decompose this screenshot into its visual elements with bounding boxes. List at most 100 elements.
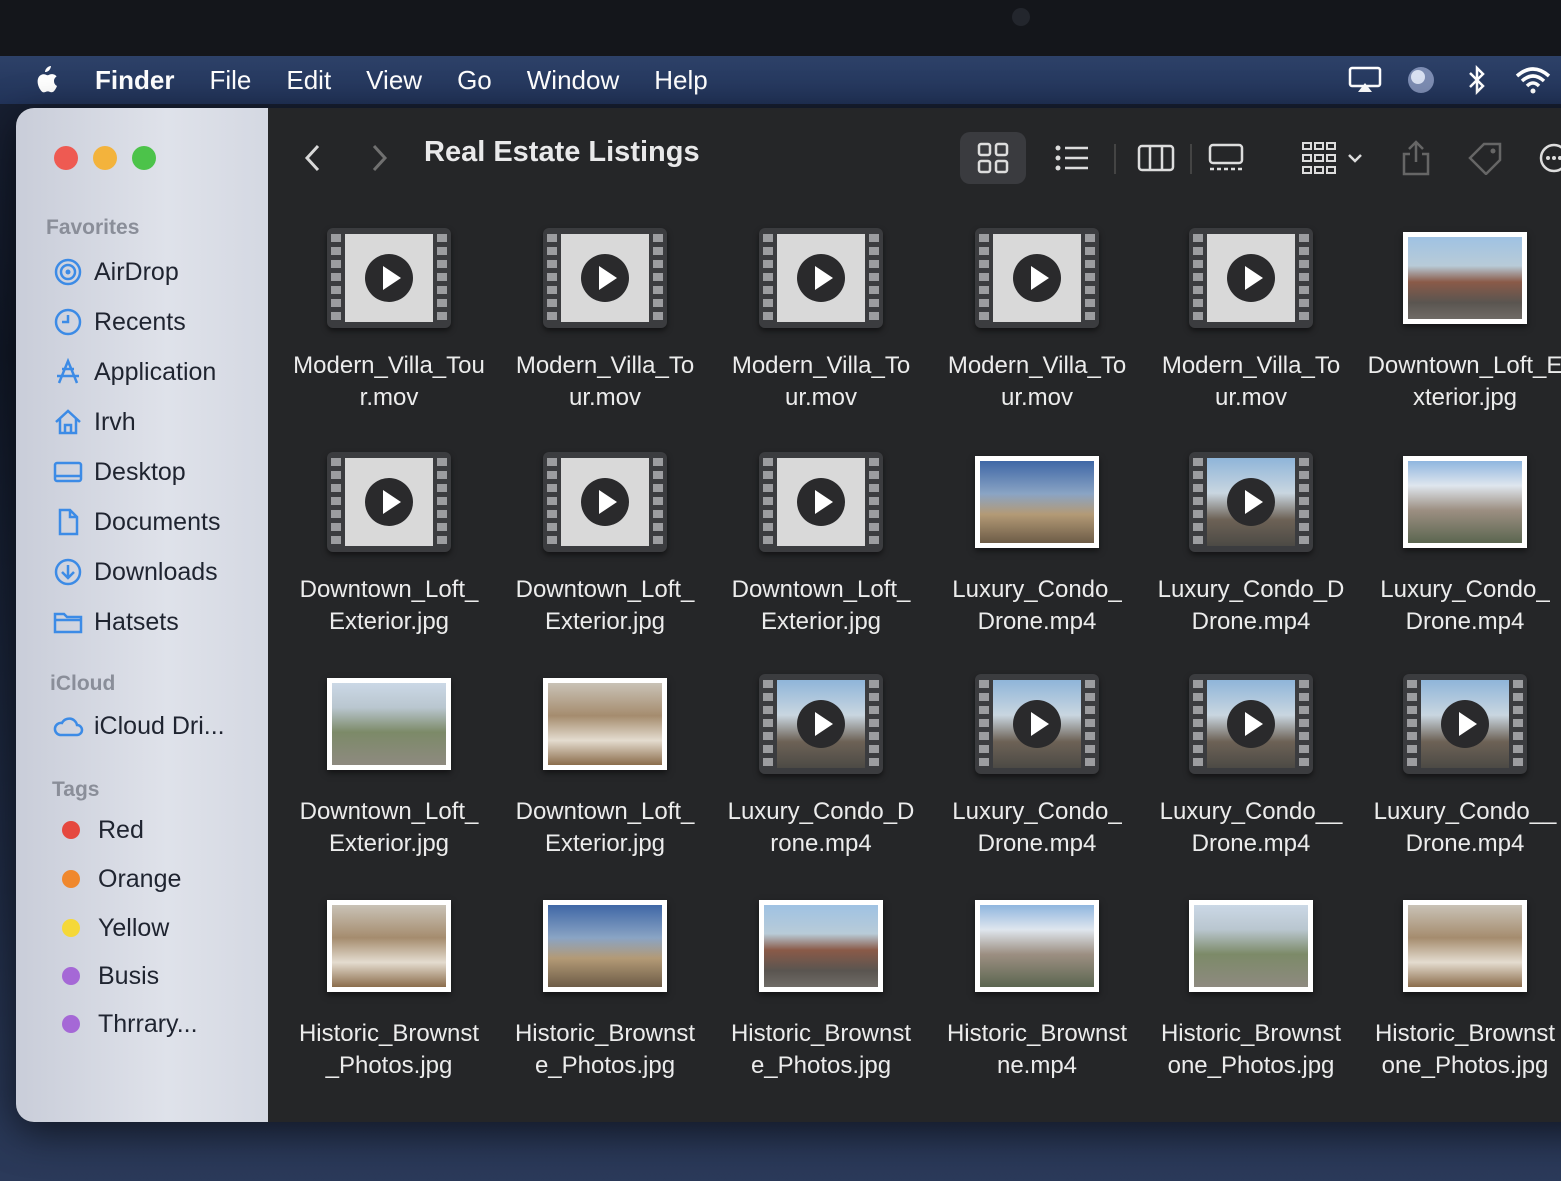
menu-help[interactable]: Help: [654, 65, 707, 96]
file-name: Luxury_Condo_ Drone.mp4: [1360, 574, 1561, 638]
file-item[interactable]: Modern_Villa_Tour.mov: [1146, 228, 1356, 414]
file-item[interactable]: Historic_Brownst e_Photos.jpg: [500, 896, 710, 1082]
menu-view[interactable]: View: [366, 65, 422, 96]
file-item[interactable]: Luxury_Condo__ Drone.mp4: [1360, 674, 1561, 860]
film-strip-icon: [543, 452, 667, 552]
zoom-button[interactable]: [132, 146, 156, 170]
file-name-line: Luxury_Condo__: [1159, 798, 1343, 825]
sidebar-tag-busis[interactable]: Busis: [52, 956, 159, 996]
file-item[interactable]: Downtown_Loft_Exterior.jpg: [500, 674, 710, 860]
sidebar-item-desktop[interactable]: Desktop: [52, 452, 186, 492]
sidebar-item-label: Hatsets: [94, 607, 179, 636]
file-item[interactable]: Modern_Villa_Tour.mov: [932, 228, 1142, 414]
play-icon: [581, 478, 629, 526]
close-button[interactable]: [54, 146, 78, 170]
bluetooth-icon[interactable]: [1459, 64, 1495, 96]
file-item[interactable]: Modern_Villa_Tour.mov: [500, 228, 710, 414]
sidebar-item-downloads[interactable]: Downloads: [52, 552, 218, 592]
sidebar-item-home[interactable]: Irvh: [52, 402, 136, 442]
tag-button[interactable]: [1458, 132, 1514, 184]
file-name-line: xterior.jpg: [1412, 384, 1518, 411]
file-item[interactable]: Downtown_Loft_Exterior.jpg: [284, 674, 494, 860]
file-name: Historic_Brownst one_Photos.jpg: [1360, 1018, 1561, 1082]
sidebar: Favorites AirDrop Recents Application Ir…: [16, 108, 268, 1122]
photo-thumbnail: [759, 896, 883, 1000]
gallery-view-button[interactable]: [1198, 132, 1254, 184]
file-item[interactable]: Historic_Brownst e_Photos.jpg: [716, 896, 926, 1082]
gallery-icon: [1208, 143, 1244, 171]
file-item[interactable]: Historic_Brownst _Photos.jpg: [284, 896, 494, 1082]
file-item[interactable]: Modern_Villa_Tour.mov: [284, 228, 494, 414]
film-holes: [547, 234, 557, 322]
file-item[interactable]: Downtown_Loft_Exterior.jpg: [500, 452, 710, 638]
file-name-line: Luxury_Condo_: [1380, 576, 1550, 603]
play-icon: [365, 254, 413, 302]
airplay-icon[interactable]: [1347, 64, 1383, 96]
file-item[interactable]: Downtown_Loft_E xterior.jpg: [1360, 228, 1561, 414]
file-item[interactable]: Modern_Villa_Tour.mov: [716, 228, 926, 414]
file-item[interactable]: Luxury_Condo_Drone.mp4: [932, 674, 1142, 860]
file-name-line: Downtown_Loft_E: [1367, 352, 1561, 379]
column-view-button[interactable]: [1128, 132, 1184, 184]
sidebar-item-applications[interactable]: Application: [52, 352, 216, 392]
sidebar-item-hatsets[interactable]: Hatsets: [52, 602, 179, 642]
tag-dot-yellow: [62, 919, 80, 937]
sidebar-item-documents[interactable]: Documents: [52, 502, 220, 542]
photo-image: [1408, 461, 1522, 543]
sidebar-item-recents[interactable]: Recents: [52, 302, 186, 342]
menu-finder[interactable]: Finder: [95, 65, 174, 96]
icon-view-button[interactable]: [960, 132, 1026, 184]
file-name-line: _Photos.jpg: [325, 1052, 453, 1079]
file-item[interactable]: Downtown_Loft_Exterior.jpg: [716, 452, 926, 638]
more-button[interactable]: [1530, 132, 1561, 184]
sidebar-item-label: AirDrop: [94, 257, 179, 286]
file-item[interactable]: Luxury_Condo_Drone.mp4: [716, 674, 926, 860]
sidebar-item-airdrop[interactable]: AirDrop: [52, 252, 179, 292]
film-holes: [1299, 458, 1309, 546]
forward-button[interactable]: [364, 140, 394, 176]
file-name-line: Drone.mp4: [1191, 608, 1311, 635]
file-item[interactable]: Historic_Brownst ne.mp4: [932, 896, 1142, 1082]
file-name-line: Exterior.jpg: [544, 830, 666, 857]
play-icon: [1013, 254, 1061, 302]
photo-thumbnail: [543, 674, 667, 778]
group-by-button[interactable]: [1292, 132, 1372, 184]
menu-edit[interactable]: Edit: [286, 65, 331, 96]
siri-icon[interactable]: [1403, 64, 1439, 96]
share-button[interactable]: [1392, 132, 1440, 184]
file-item[interactable]: Historic_Brownst one_Photos.jpg: [1146, 896, 1356, 1082]
sidebar-tag-orange[interactable]: Orange: [52, 859, 181, 899]
sidebar-item-label: iCloud Dri...: [94, 711, 225, 740]
film-holes: [763, 680, 773, 768]
file-item[interactable]: Historic_Brownst one_Photos.jpg: [1360, 896, 1561, 1082]
play-icon: [365, 478, 413, 526]
list-view-button[interactable]: [1044, 132, 1100, 184]
video-thumbnail: [975, 674, 1099, 778]
film-holes: [331, 234, 341, 322]
menu-window[interactable]: Window: [527, 65, 619, 96]
file-item[interactable]: Luxury_Condo_Drone.mp4: [932, 452, 1142, 638]
play-icon: [581, 254, 629, 302]
sidebar-item-label: Recents: [94, 307, 186, 336]
file-item[interactable]: Downtown_Loft_Exterior.jpg: [284, 452, 494, 638]
file-name: Historic_Brownst e_Photos.jpg: [716, 1018, 926, 1082]
menu-file[interactable]: File: [209, 65, 251, 96]
file-item[interactable]: Luxury_Condo_Drone.mp4: [1360, 452, 1561, 638]
sidebar-tag-yellow[interactable]: Yellow: [52, 908, 169, 948]
film-holes: [763, 234, 773, 322]
back-button[interactable]: [298, 140, 328, 176]
menu-go[interactable]: Go: [457, 65, 492, 96]
file-name-line: Drone.mp4: [1405, 830, 1525, 857]
file-item[interactable]: Luxury_Condo_D Drone.mp4: [1146, 452, 1356, 638]
film-holes: [1193, 680, 1203, 768]
list-icon: [1055, 145, 1088, 171]
wifi-icon[interactable]: [1515, 64, 1551, 96]
sidebar-tag-red[interactable]: Red: [52, 810, 144, 850]
file-item[interactable]: Luxury_Condo__ Drone.mp4: [1146, 674, 1356, 860]
minimize-button[interactable]: [93, 146, 117, 170]
tag-dot-purple: [62, 967, 80, 985]
apple-icon[interactable]: [32, 64, 60, 96]
sidebar-tag-thrrary[interactable]: Thrrary...: [52, 1004, 198, 1044]
main-content: Real Estate Listings Modern_Villa_Tou r.…: [268, 108, 1561, 1122]
sidebar-item-icloud-drive[interactable]: iCloud Dri...: [52, 706, 225, 746]
